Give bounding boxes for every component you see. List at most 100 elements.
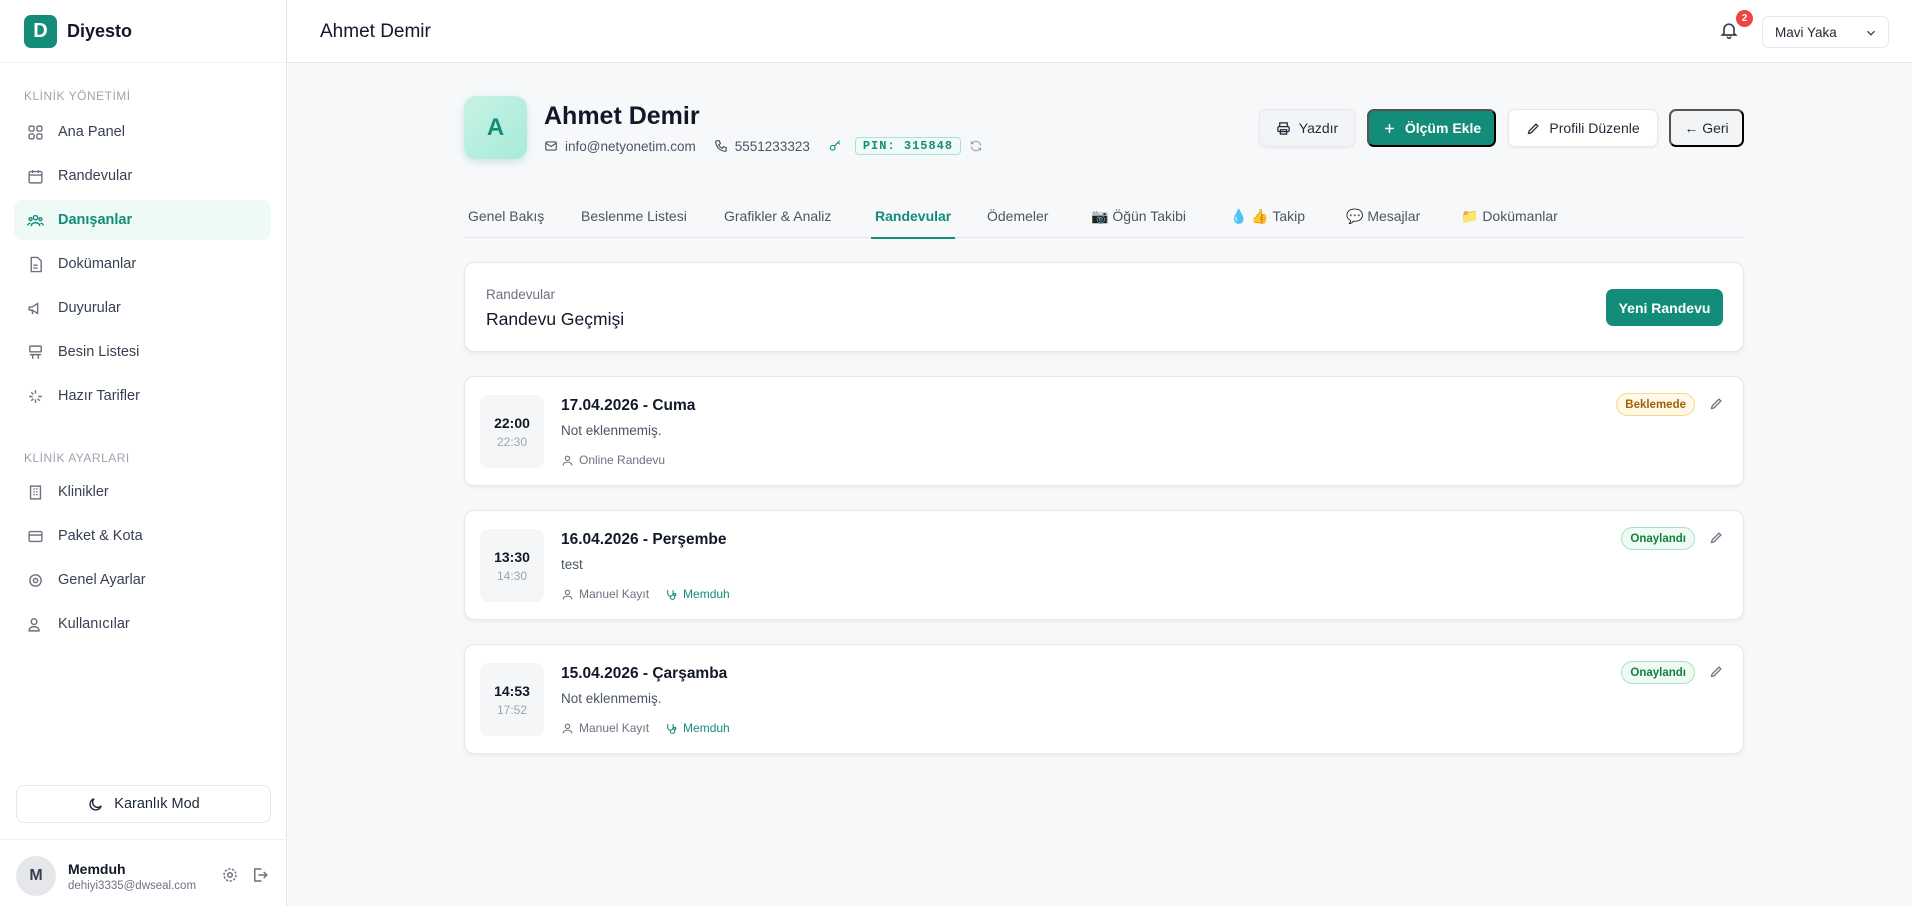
tab-documents[interactable]: 📁 Dokümanlar [1461,194,1558,238]
list-icon [26,343,44,361]
sidebar-item-dashboard[interactable]: Ana Panel [14,112,271,152]
edit-profile-label: Profili Düzenle [1549,120,1640,136]
new-appointment-button[interactable]: Yeni Randevu [1606,289,1723,326]
user-icon [562,723,573,733]
dark-mode-button[interactable]: Karanlık Mod [16,785,271,823]
tab-messages[interactable]: 💬 Mesajlar [1346,194,1420,238]
avatar: M [16,856,56,896]
sidebar-item-label: Hazır Tarifler [58,388,140,404]
edit-profile-button[interactable]: Profili Düzenle [1508,109,1658,147]
sidebar-item-label: Kullanıcılar [58,616,130,632]
sidebar-item-appointments[interactable]: Randevular [14,156,271,196]
section-label-management: KLİNİK YÖNETİMİ [24,89,131,103]
file-icon [26,255,44,273]
gear-icon [26,571,44,589]
dietitian-name: Memduh [683,721,730,735]
logout-icon[interactable] [251,866,269,889]
theme-select[interactable]: Mavi Yaka [1762,16,1889,48]
client-phone: 5551233323 [734,138,810,154]
dark-mode-label: Karanlık Mod [114,796,200,812]
sidebar-item-label: Genel Ayarlar [58,572,146,588]
appointment-type: Online Randevu [579,453,666,467]
current-user: M Memduh dehiyi3335@dwseal.com [16,856,271,896]
tab-appointments[interactable]: Randevular [871,194,956,239]
dietitian-name: Memduh [683,587,730,601]
notification-badge: 2 [1736,10,1753,27]
user-name: Memduh [68,860,126,877]
pencil-icon [1528,122,1540,134]
sidebar-item-label: Besin Listesi [58,344,140,360]
sidebar-item-label: Ana Panel [58,124,125,140]
appointment-card[interactable]: 14:53 17:52 15.04.2026 - Çarşamba Not ek… [464,644,1744,754]
divider [0,839,287,840]
sidebar-item-general-settings[interactable]: Genel Ayarlar [14,560,271,600]
stethoscope-icon [667,589,677,600]
client-meta: info@netyonetim.com 5551233323 PIN: 3158… [544,137,990,155]
sidebar-item-clients[interactable]: Danışanlar [14,200,271,240]
tab-nutrition-list[interactable]: Beslenme Listesi [581,194,687,238]
key-icon [829,140,840,151]
pencil-icon[interactable] [1709,530,1725,546]
sidebar-item-label: Danışanlar [58,212,133,228]
end-time: 14:30 [496,568,528,583]
print-button[interactable]: Yazdır [1259,109,1355,147]
sidebar-item-label: Duyurular [58,300,121,316]
appointment-card[interactable]: 13:30 14:30 16.04.2026 - Perşembe test M… [464,510,1744,620]
section-subtitle: Randevular [486,287,556,302]
tab-meal-tracking[interactable]: 📷 Öğün Takibi [1091,194,1186,238]
phone-icon [714,140,727,152]
brand[interactable]: D Diyesto [0,0,286,63]
appointment-card[interactable]: 22:00 22:30 17.04.2026 - Cuma Not eklenm… [464,376,1744,486]
sidebar-item-documents[interactable]: Dokümanlar [14,244,271,284]
moon-icon [89,797,103,811]
start-time: 13:30 [494,548,530,565]
megaphone-icon [26,299,44,317]
user-group-icon [26,615,44,633]
status-badge: Beklemede [1616,393,1695,416]
client-name: Ahmet Demir [544,102,700,130]
pencil-icon[interactable] [1709,664,1725,680]
user-email: dehiyi3335@dwseal.com [68,879,197,892]
sidebar-item-label: Randevular [58,168,133,184]
time-box: 22:00 22:30 [480,395,544,468]
appointment-note: Not eklenmemiş. [561,423,662,438]
tab-charts[interactable]: Grafikler & Analiz [724,194,831,238]
profile-tabs: Genel Bakış Beslenme Listesi Grafikler &… [464,194,1744,239]
appointment-meta: Manuel Kayıt Memduh [561,587,730,601]
printer-icon [1277,121,1290,135]
time-box: 13:30 14:30 [480,529,544,602]
sidebar-item-users[interactable]: Kullanıcılar [14,604,271,644]
sidebar-item-announcements[interactable]: Duyurular [14,288,271,328]
appointments-header-card: Randevular Randevu Geçmişi Yeni Randevu [464,262,1744,352]
plus-icon [1384,123,1394,133]
section-title: Randevu Geçmişi [486,309,625,329]
status-badge: Onaylandı [1621,527,1695,550]
appointment-type: Manuel Kayıt [579,587,650,601]
print-label: Yazdır [1298,120,1339,136]
settings-icon[interactable] [221,866,239,889]
sidebar-item-label: Paket & Kota [58,528,143,544]
section-label-settings: KLİNİK AYARLARI [24,451,130,465]
tab-tracking[interactable]: 💧 👍 Takip [1230,194,1305,238]
pencil-icon[interactable] [1709,396,1725,412]
back-button[interactable]: ← Geri [1669,109,1744,147]
start-time: 14:53 [494,682,530,699]
tab-overview[interactable]: Genel Bakış [468,194,544,238]
sidebar-item-food-list[interactable]: Besin Listesi [14,332,271,372]
calendar-icon [26,167,44,185]
status-badge: Onaylandı [1621,661,1695,684]
appointment-type: Manuel Kayıt [579,721,650,735]
dietitian: Memduh [665,587,730,601]
client-email: info@netyonetim.com [565,138,696,154]
grid-icon [26,123,44,141]
mail-icon [545,141,557,151]
add-measurement-button[interactable]: Ölçüm Ekle [1367,109,1496,147]
sidebar-item-label: Klinikler [58,484,109,500]
sidebar-item-recipes[interactable]: Hazır Tarifler [14,376,271,416]
end-time: 22:30 [496,434,528,449]
tab-payments[interactable]: Ödemeler [987,194,1048,238]
refresh-icon[interactable] [969,139,983,153]
appointment-meta: Manuel Kayıt Memduh [561,721,730,735]
sidebar-item-packages[interactable]: Paket & Kota [14,516,271,556]
sidebar-item-clinics[interactable]: Klinikler [14,472,271,512]
